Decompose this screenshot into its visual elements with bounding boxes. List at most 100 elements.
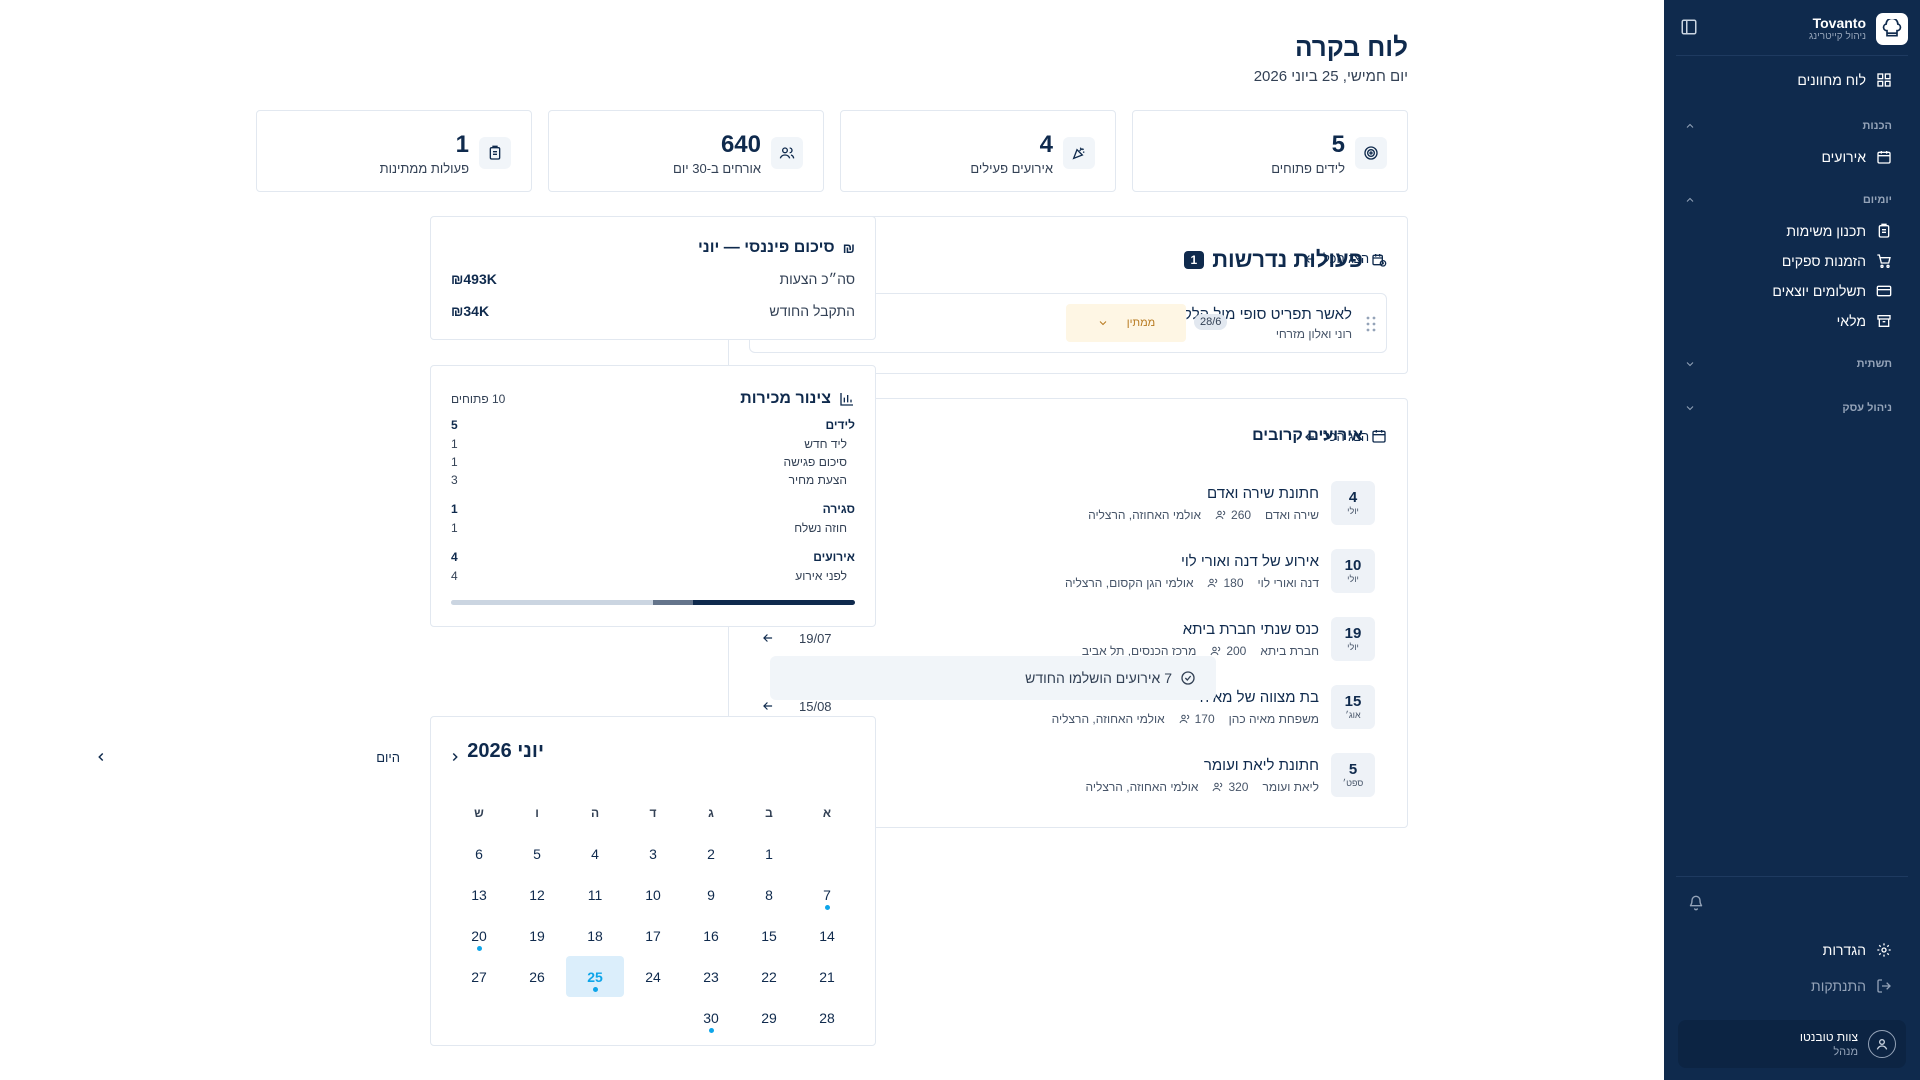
arrow-left-icon[interactable]: [761, 631, 775, 645]
calendar-day[interactable]: 24: [624, 956, 682, 997]
calendar-day[interactable]: 18: [566, 915, 624, 956]
sidebar-item-logout[interactable]: התנתקות: [1678, 974, 1906, 998]
sidebar-section-infrastructure[interactable]: תשתית: [1678, 355, 1906, 373]
sidebar-item-inventory[interactable]: מלאי: [1678, 309, 1906, 333]
calendar-day[interactable]: 6: [450, 833, 508, 874]
users-icon: [1210, 645, 1222, 657]
calendar-day[interactable]: 12: [508, 874, 566, 915]
calendar-empty-cell: [450, 997, 508, 1038]
divider: [1676, 55, 1908, 56]
calendar-day[interactable]: 22: [740, 956, 798, 997]
kpi-value: 1: [455, 131, 469, 158]
financial-summary-card: ₪ סיכום פיננסי — יוני סה״כ הצעות ₪493K ה…: [430, 216, 876, 340]
event-date: 15/08: [799, 699, 832, 714]
pipeline-group-events[interactable]: אירועים 4: [451, 550, 855, 564]
chevron-down-icon: [1097, 317, 1109, 329]
calendar-day[interactable]: 1: [740, 833, 798, 874]
calendar-day[interactable]: 20: [450, 915, 508, 956]
calendar-day[interactable]: 11: [566, 874, 624, 915]
sidebar-item-settings[interactable]: הגדרות: [1678, 938, 1906, 962]
sidebar-section-daily[interactable]: יומיום: [1678, 191, 1906, 209]
pipeline-stage[interactable]: סיכום פגישה 1: [451, 455, 855, 469]
event-guests: 260: [1215, 508, 1251, 522]
arrow-left-icon[interactable]: [761, 699, 775, 713]
sidebar-toggle-icon[interactable]: [1680, 18, 1698, 36]
pipeline-group-closing[interactable]: סגירה 1: [451, 502, 855, 516]
group-name: לידים: [825, 418, 856, 432]
stage-label: סיכום פגישה: [783, 455, 847, 469]
sidebar-item-dashboard[interactable]: לוח מחוונים: [1678, 68, 1906, 92]
pipeline-stage[interactable]: ליד חדש 1: [451, 437, 855, 451]
calendar-day[interactable]: 29: [740, 997, 798, 1038]
sidebar-item-events[interactable]: אירועים: [1678, 145, 1906, 169]
sidebar-item-task-planning[interactable]: תכנון משימות: [1678, 219, 1906, 243]
bell-icon[interactable]: [1688, 895, 1704, 911]
calendar-day[interactable]: 4: [566, 833, 624, 874]
calendar-day[interactable]: 25: [566, 956, 624, 997]
event-month: ספט׳: [1342, 778, 1364, 788]
kpi-guests-30-days[interactable]: 640 אורחים ב-30 יום: [548, 110, 824, 192]
calendar-today-button[interactable]: היום: [376, 750, 400, 765]
user-card[interactable]: צוות טובנטו מנהל: [1678, 1020, 1906, 1068]
calendar-day[interactable]: 21: [798, 956, 856, 997]
calendar-day[interactable]: 3: [624, 833, 682, 874]
calendar-day[interactable]: 17: [624, 915, 682, 956]
calendar-day[interactable]: 27: [450, 956, 508, 997]
calendar-day[interactable]: 2: [682, 833, 740, 874]
pipeline-stage[interactable]: חוזה נשלח 1: [451, 521, 855, 535]
pipeline-group-leads[interactable]: לידים 5: [451, 418, 855, 432]
event-client: דנה ואורי לוי: [1257, 576, 1319, 590]
clipboard-icon: [479, 137, 511, 169]
calendar-day[interactable]: 28: [798, 997, 856, 1038]
calendar-prev-button[interactable]: [448, 750, 462, 764]
calendar-day[interactable]: 16: [682, 915, 740, 956]
calendar-day[interactable]: 9: [682, 874, 740, 915]
finance-amount: ₪493K: [451, 271, 497, 287]
sidebar-section-business[interactable]: ניהול עסק: [1678, 399, 1906, 417]
kpi-label: אורחים ב-30 יום: [673, 161, 761, 176]
calendar-month-label: יוני 2026: [467, 740, 544, 762]
sidebar-section-preparations[interactable]: הכנות: [1678, 117, 1906, 135]
event-meta: ליאת ועומר 320 אולמי האחוזה, הרצליה: [1086, 780, 1319, 794]
drag-handle-icon[interactable]: [1366, 316, 1376, 332]
chevron-left-icon: [94, 750, 108, 764]
calendar-day[interactable]: 5: [508, 833, 566, 874]
event-date: 19/07: [799, 631, 832, 646]
pipeline-stage[interactable]: הצעת מחיר 3: [451, 473, 855, 487]
events-show-all-link[interactable]: הצג הכל: [1303, 429, 1369, 444]
calendar-day[interactable]: 15: [740, 915, 798, 956]
kpi-open-leads[interactable]: 5 לידים פתוחים: [1132, 110, 1408, 192]
brand[interactable]: Tovanto ניהול קייטרינג: [1676, 10, 1908, 48]
calendar-day[interactable]: 10: [624, 874, 682, 915]
calendar-day[interactable]: 14: [798, 915, 856, 956]
calendar-day[interactable]: 13: [450, 874, 508, 915]
calendar-day[interactable]: 19: [508, 915, 566, 956]
cart-icon: [1876, 253, 1892, 269]
stage-label: הצעת מחיר: [788, 473, 847, 487]
event-title: אירוע של דנה ואורי לוי: [1180, 553, 1319, 570]
calendar-day[interactable]: 8: [740, 874, 798, 915]
action-status-dropdown[interactable]: ממתין: [1066, 304, 1186, 342]
actions-show-all-link[interactable]: הצג הכל: [1303, 251, 1369, 266]
calendar-day[interactable]: 7: [798, 874, 856, 915]
kpi-active-events[interactable]: 4 אירועים פעילים: [840, 110, 1116, 192]
event-venue: אולמי האחוזה, הרצליה: [1051, 712, 1165, 726]
event-guests: 200: [1210, 644, 1246, 658]
sidebar-item-supplier-orders[interactable]: הזמנות ספקים: [1678, 249, 1906, 273]
pipeline-stage[interactable]: לפני אירוע 4: [451, 569, 855, 583]
sidebar-item-label: לוח מחוונים: [1797, 72, 1866, 88]
kpi-pending-actions[interactable]: 1 פעולות ממתינות: [256, 110, 532, 192]
calendar-day[interactable]: 30: [682, 997, 740, 1038]
finance-row: התקבל החודש ₪34K: [451, 303, 855, 319]
calendar-day[interactable]: 26: [508, 956, 566, 997]
calendar-weekday: ו: [535, 805, 539, 820]
event-dot: [824, 905, 830, 910]
event-month: אוג׳: [1345, 710, 1361, 720]
bar-chart-icon: [839, 391, 855, 407]
sidebar-item-outgoing-payments[interactable]: תשלומים יוצאים: [1678, 279, 1906, 303]
section-title: ניהול עסק: [1842, 402, 1892, 414]
calendar-next-button[interactable]: [94, 750, 108, 764]
calendar-day[interactable]: 23: [682, 956, 740, 997]
event-day: 10: [1344, 557, 1362, 574]
event-day: 4: [1348, 489, 1358, 506]
